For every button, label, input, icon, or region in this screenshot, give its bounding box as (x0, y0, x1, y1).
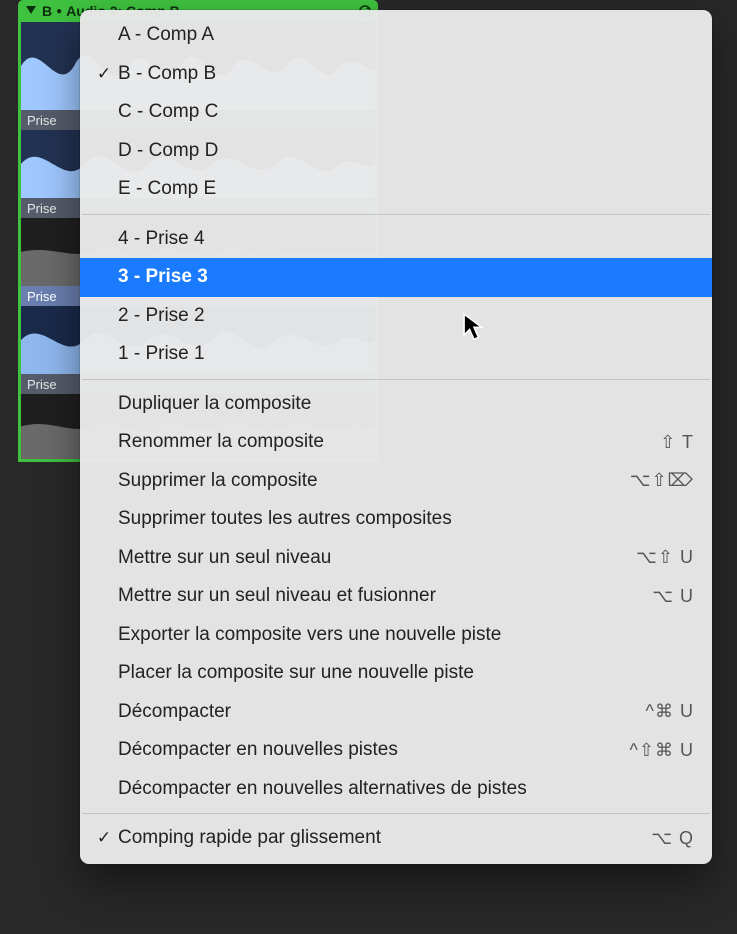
menu-item-label: 4 - Prise 4 (118, 228, 694, 250)
menu-item-label: A - Comp A (118, 24, 694, 46)
menu-item-delete-comp[interactable]: Supprimer la composite ⌥⇧⌦ (80, 462, 712, 501)
menu-item-label: 3 - Prise 3 (118, 266, 694, 288)
menu-item-unpack-new-alternatives[interactable]: Décompacter en nouvelles alternatives de… (80, 770, 712, 809)
menu-separator (82, 813, 710, 814)
menu-shortcut: ^⌘ U (646, 701, 694, 722)
menu-item-prise-2[interactable]: 2 - Prise 2 (80, 297, 712, 336)
menu-item-label: Placer la composite sur une nouvelle pis… (118, 662, 694, 684)
menu-item-label: Supprimer toutes les autres composites (118, 508, 694, 530)
disclosure-icon[interactable] (24, 4, 38, 18)
menu-item-label: Décompacter en nouvelles alternatives de… (118, 778, 694, 800)
menu-shortcut: ^⇧⌘ U (629, 740, 694, 761)
menu-shortcut: ⇧ T (660, 432, 694, 453)
menu-item-label: C - Comp C (118, 101, 694, 123)
menu-item-flatten[interactable]: Mettre sur un seul niveau ⌥⇧ U (80, 539, 712, 578)
menu-separator (82, 214, 710, 215)
check-icon: ✓ (90, 64, 118, 84)
menu-item-label: Renommer la composite (118, 431, 660, 453)
menu-shortcut: ⌥ Q (651, 828, 694, 849)
menu-item-prise-4[interactable]: 4 - Prise 4 (80, 220, 712, 259)
menu-item-comp-d[interactable]: D - Comp D (80, 132, 712, 171)
menu-item-export-new-track[interactable]: Exporter la composite vers une nouvelle … (80, 616, 712, 655)
menu-item-label: D - Comp D (118, 140, 694, 162)
menu-item-comp-c[interactable]: C - Comp C (80, 93, 712, 132)
bullet-icon: ● (56, 6, 62, 17)
menu-item-rename-comp[interactable]: Renommer la composite ⇧ T (80, 423, 712, 462)
take-folder-context-menu: A - Comp A ✓ B - Comp B C - Comp C D - C… (80, 10, 712, 864)
menu-shortcut: ⌥⇧⌦ (630, 470, 694, 491)
menu-item-duplicate-comp[interactable]: Dupliquer la composite (80, 385, 712, 424)
menu-item-label: Comping rapide par glissement (118, 827, 651, 849)
menu-item-label: Mettre sur un seul niveau (118, 547, 636, 569)
menu-shortcut: ⌥ U (652, 586, 694, 607)
lane-label: Prise (27, 377, 57, 392)
lane-label: Prise (27, 113, 57, 128)
check-icon: ✓ (90, 828, 118, 848)
menu-item-quick-swipe-comping[interactable]: ✓ Comping rapide par glissement ⌥ Q (80, 819, 712, 858)
menu-item-unpack[interactable]: Décompacter ^⌘ U (80, 693, 712, 732)
menu-item-prise-1[interactable]: 1 - Prise 1 (80, 335, 712, 374)
menu-item-label: Décompacter en nouvelles pistes (118, 739, 629, 761)
menu-item-comp-e[interactable]: E - Comp E (80, 170, 712, 209)
menu-separator (82, 379, 710, 380)
menu-item-comp-a[interactable]: A - Comp A (80, 16, 712, 55)
menu-item-comp-b[interactable]: ✓ B - Comp B (80, 55, 712, 94)
menu-item-move-new-track[interactable]: Placer la composite sur une nouvelle pis… (80, 654, 712, 693)
menu-item-delete-other-comps[interactable]: Supprimer toutes les autres composites (80, 500, 712, 539)
menu-item-label: Dupliquer la composite (118, 393, 694, 415)
comp-letter: B (42, 3, 52, 19)
menu-item-unpack-new-tracks[interactable]: Décompacter en nouvelles pistes ^⇧⌘ U (80, 731, 712, 770)
menu-item-flatten-merge[interactable]: Mettre sur un seul niveau et fusionner ⌥… (80, 577, 712, 616)
menu-item-label: E - Comp E (118, 178, 694, 200)
menu-shortcut: ⌥⇧ U (636, 547, 694, 568)
lane-label: Prise (27, 289, 57, 304)
menu-item-prise-3[interactable]: 3 - Prise 3 (80, 258, 712, 297)
lane-label: Prise (27, 201, 57, 216)
menu-item-label: Décompacter (118, 701, 646, 723)
menu-item-label: Supprimer la composite (118, 470, 630, 492)
menu-item-label: Exporter la composite vers une nouvelle … (118, 624, 694, 646)
menu-item-label: Mettre sur un seul niveau et fusionner (118, 585, 652, 607)
menu-item-label: 1 - Prise 1 (118, 343, 694, 365)
menu-item-label: B - Comp B (118, 63, 694, 85)
menu-item-label: 2 - Prise 2 (118, 305, 694, 327)
